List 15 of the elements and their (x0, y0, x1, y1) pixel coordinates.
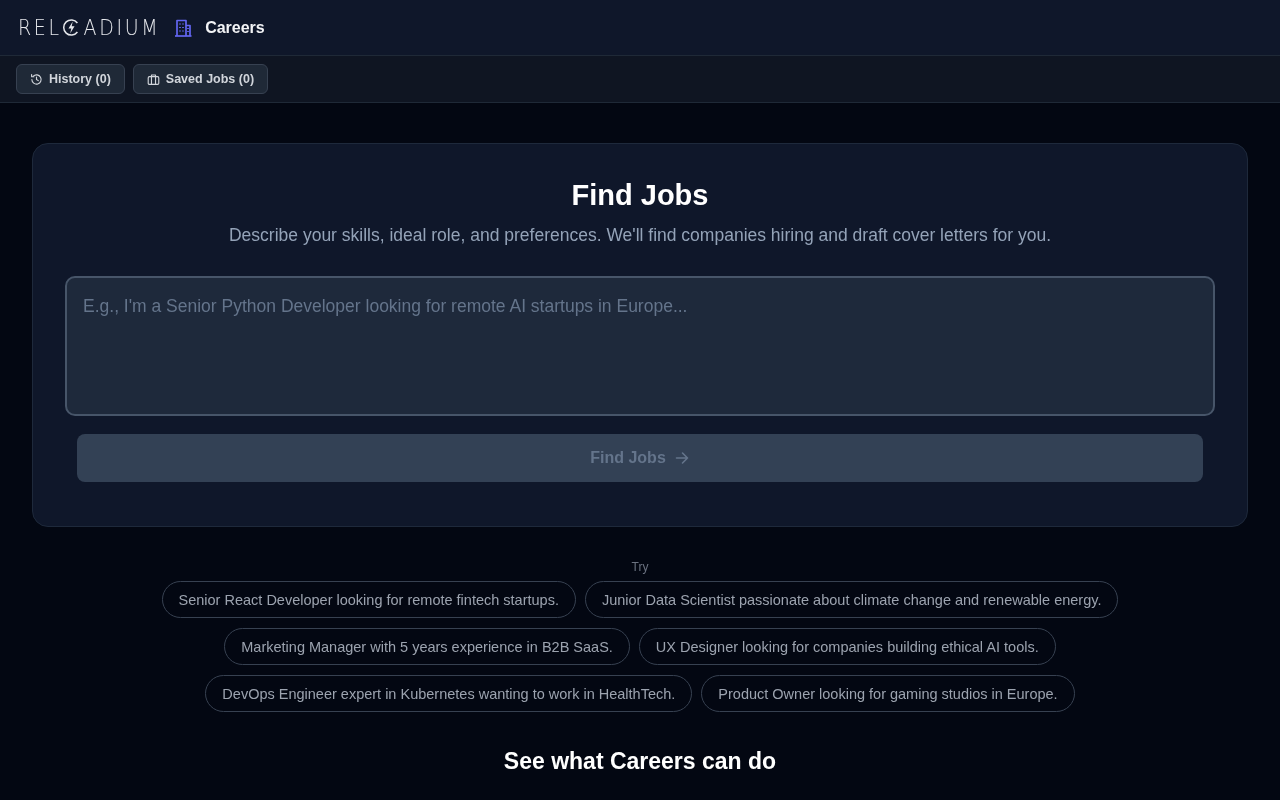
job-query-field[interactable]: E.g., I'm a Senior Python Developer looking for remote AI startups in Europe... (65, 276, 1215, 416)
history-icon (30, 72, 43, 86)
logo-text: ADIUM (83, 17, 161, 38)
logo-text: REL (18, 17, 62, 38)
briefcase-icon (146, 72, 160, 86)
card-title: Find Jobs (571, 178, 709, 213)
app-title: Careers (205, 18, 265, 37)
history-button[interactable]: History (0) (16, 64, 125, 94)
suggestions-label: Try (631, 559, 649, 575)
arrow-right-icon (673, 450, 690, 466)
card-subtitle: Describe your skills, ideal role, and preferences. We'll find companies hiring and draft cover letters for you. (229, 224, 1051, 247)
building-icon (173, 17, 194, 38)
saved-jobs-button[interactable]: Saved Jobs (0) (132, 64, 269, 94)
section-heading: See what Careers can do (503, 747, 777, 776)
bolt-circle-icon (61, 18, 81, 37)
